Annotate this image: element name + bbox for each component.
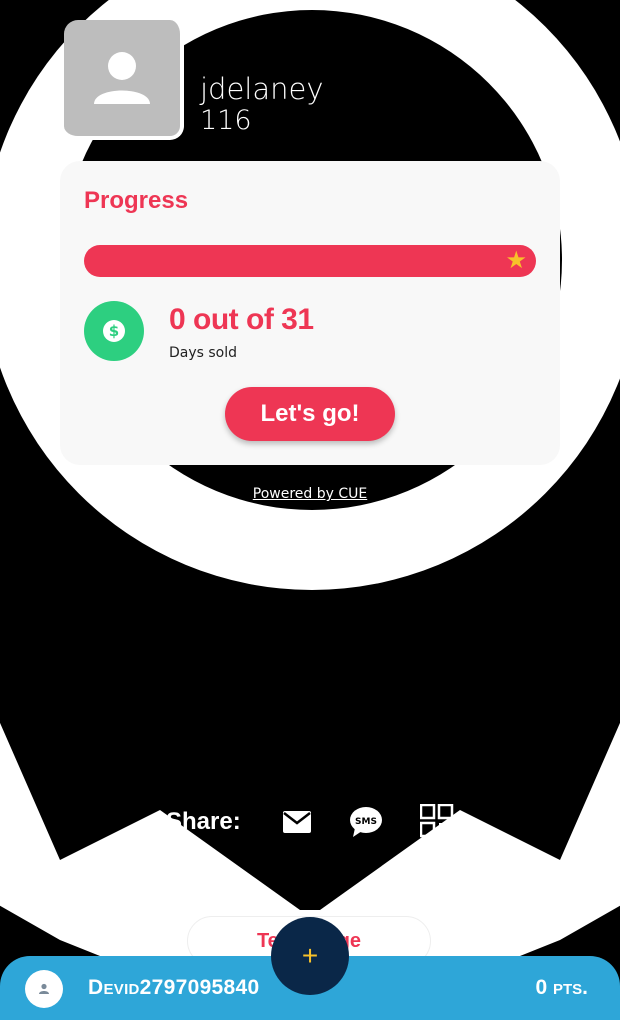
avatar (64, 20, 184, 140)
powered-by-link[interactable]: Powered by CUE (0, 486, 620, 502)
person-icon (94, 52, 150, 104)
user-avatar[interactable] (25, 970, 63, 1008)
user-number: 116 (200, 105, 252, 136)
lets-go-button[interactable]: Let's go! (225, 387, 395, 441)
background-artwork (0, 0, 620, 1020)
share-row: Share: SMS (0, 800, 620, 844)
progress-card: Progress ★ $ 0 out of 31 Days sold Let's… (60, 161, 560, 465)
username: jdelaney (200, 72, 324, 106)
progress-title: Progress (84, 187, 189, 214)
dollar-icon: $ (103, 320, 125, 342)
coin-badge: $ (84, 301, 144, 361)
svg-text:SMS: SMS (355, 817, 377, 827)
sold-count: 0 out of 31 (169, 303, 314, 336)
sms-icon[interactable]: SMS (349, 806, 383, 838)
star-icon: ★ (505, 247, 527, 274)
email-icon[interactable] (282, 810, 312, 834)
add-button[interactable]: + (271, 917, 349, 995)
share-label: Share: (166, 808, 241, 835)
points-display: 0 pts. (535, 976, 588, 999)
progress-bar: ★ (84, 245, 536, 277)
device-id: Devid2797095840 (88, 976, 260, 999)
person-icon (39, 983, 49, 994)
plus-icon: + (301, 940, 319, 971)
sold-label: Days sold (169, 345, 238, 361)
qr-code-icon[interactable] (420, 804, 454, 838)
